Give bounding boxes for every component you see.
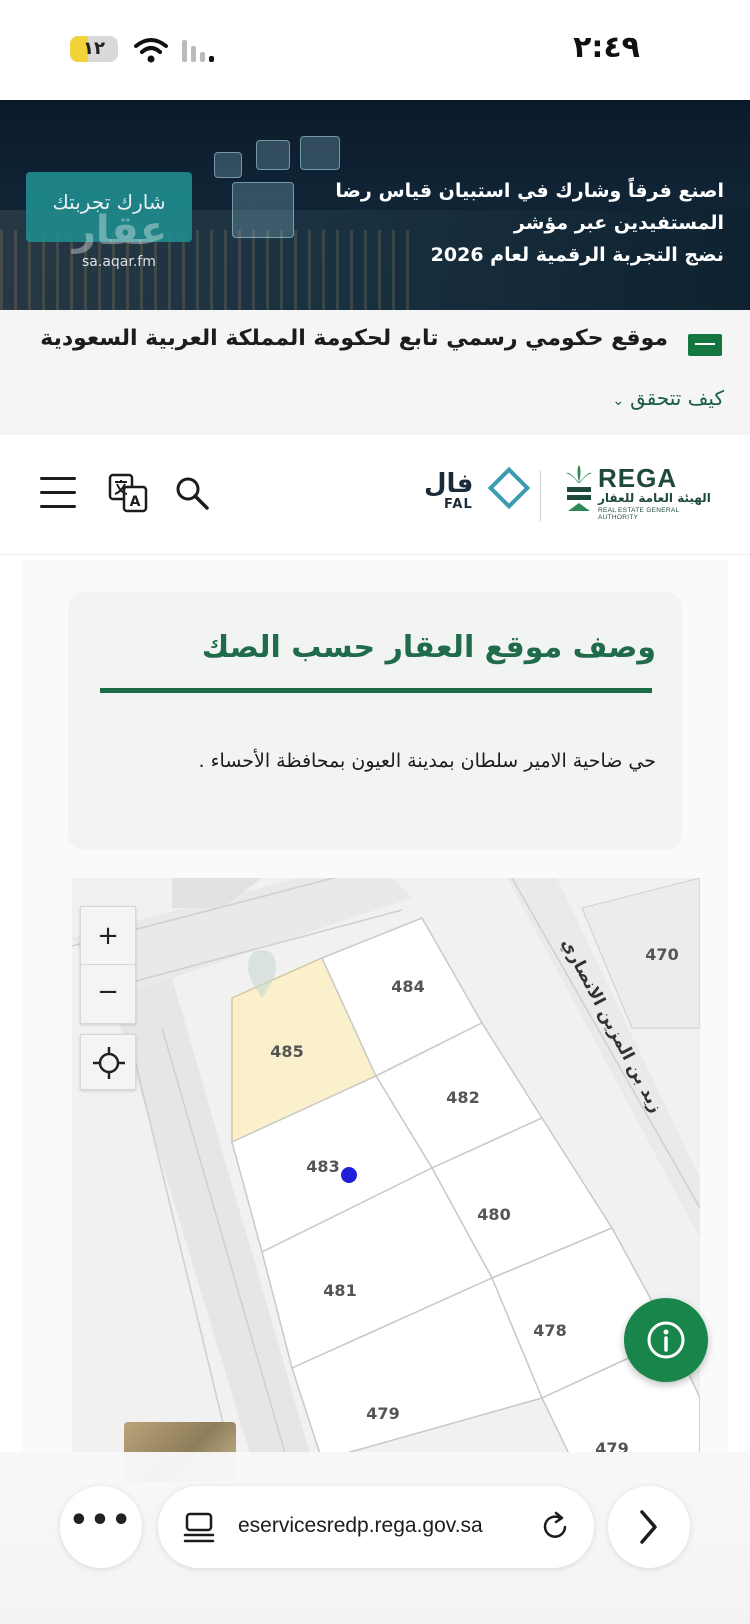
aqar-url: sa.aqar.fm (82, 254, 156, 270)
aqar-logo: عقار (72, 208, 168, 254)
rega-palm-icon (566, 465, 592, 511)
svg-text:A: A (130, 494, 141, 510)
more-options-button[interactable]: ••• (60, 1486, 142, 1568)
chevron-down-icon: ⌄ (612, 393, 625, 409)
address-bar[interactable]: eservicesredp.rega.gov.sa (158, 1486, 594, 1568)
location-marker[interactable] (341, 1167, 357, 1183)
site-header: A فال FAL REGA الهيئة العامة للعقار REAL… (0, 435, 750, 555)
wifi-icon (134, 38, 168, 63)
parcel-map[interactable]: 485 484 482 483 480 481 478 479 470 479 … (72, 878, 700, 1460)
banner-line-2: نضج التجربة الرقمية لعام 2026 (430, 244, 724, 266)
card-title: وصف موقع العقار حسب الصك (201, 630, 656, 665)
parcel-label: 484 (391, 977, 424, 996)
zoom-out-button[interactable]: − (81, 965, 135, 1023)
screen: ٢:٤٩ ١٢ اصنع فرقاً وشارك في استبيان قياس… (0, 0, 750, 1624)
map-canvas[interactable]: 485 484 482 483 480 481 478 479 470 479 … (72, 878, 700, 1460)
official-gov-strip: موقع حكومي رسمي تابع لحكومة المملكة العر… (0, 310, 750, 435)
survey-banner[interactable]: اصنع فرقاً وشارك في استبيان قياس رضا الم… (0, 100, 750, 310)
how-to-verify-label: كيف تتحقق (630, 386, 724, 410)
saudi-flag-icon (688, 334, 722, 356)
search-icon[interactable] (174, 475, 210, 511)
location-description: حي ضاحية الامير سلطان بمدينة العيون بمحا… (198, 750, 656, 772)
info-button[interactable] (624, 1298, 708, 1382)
location-description-card: وصف موقع العقار حسب الصك حي ضاحية الامير… (68, 592, 682, 850)
cellular-signal-icon (182, 40, 214, 62)
parcel-label: 481 (323, 1281, 356, 1300)
parcel-label: 482 (446, 1088, 479, 1107)
hamburger-menu-icon[interactable] (40, 475, 76, 509)
status-bar: ٢:٤٩ ١٢ (0, 0, 750, 100)
header-divider (540, 471, 541, 521)
forward-button[interactable] (608, 1486, 690, 1568)
banner-line-1: اصنع فرقاً وشارك في استبيان قياس رضا الم… (335, 180, 724, 234)
url-text: eservicesredp.rega.gov.sa (238, 1514, 483, 1537)
parcel-label: 479 (366, 1404, 399, 1423)
rega-arabic-name: الهيئة العامة للعقار (598, 491, 711, 505)
fal-diamond-icon (487, 466, 531, 510)
battery-level: ١٢ (83, 38, 105, 59)
reader-mode-icon[interactable] (182, 1510, 216, 1544)
locate-me-button[interactable] (80, 1034, 136, 1090)
reload-icon[interactable] (538, 1510, 572, 1544)
rega-logo[interactable]: REGA الهيئة العامة للعقار REAL ESTATE GE… (560, 463, 720, 523)
browser-toolbar: ••• eservicesredp.rega.gov.sa (0, 1452, 750, 1624)
rega-title: REGA (598, 463, 678, 493)
parcel-label: 480 (477, 1205, 510, 1224)
info-icon (647, 1321, 685, 1359)
chevron-right-icon (640, 1510, 657, 1544)
zoom-controls: + − (80, 906, 136, 1024)
rega-english-name: REAL ESTATE GENERAL AUTHORITY (598, 507, 680, 521)
zoom-in-button[interactable]: + (81, 907, 135, 965)
clock: ٢:٤٩ (573, 30, 640, 65)
parcel-label: 478 (533, 1321, 566, 1340)
battery-icon: ١٢ (70, 36, 118, 62)
card-title-underline (100, 688, 652, 693)
how-to-verify-link[interactable]: كيف تتحقق ⌄ (612, 386, 724, 410)
banner-chart-graphic (300, 136, 340, 170)
crosshair-icon (93, 1047, 125, 1079)
parcel-label: 483 (306, 1157, 339, 1176)
fal-logo[interactable]: فال FAL (424, 466, 531, 515)
translate-icon[interactable]: A (108, 473, 148, 513)
fal-logo-arabic: فال (424, 469, 474, 499)
banner-message: اصنع فرقاً وشارك في استبيان قياس رضا الم… (244, 175, 724, 271)
fal-logo-latin: FAL (444, 497, 473, 512)
parcel-label: 470 (645, 945, 678, 964)
parcel-label: 485 (270, 1042, 303, 1061)
official-gov-text: موقع حكومي رسمي تابع لحكومة المملكة العر… (40, 326, 668, 351)
banner-chart-graphic (256, 140, 290, 170)
banner-chart-graphic (214, 152, 242, 178)
